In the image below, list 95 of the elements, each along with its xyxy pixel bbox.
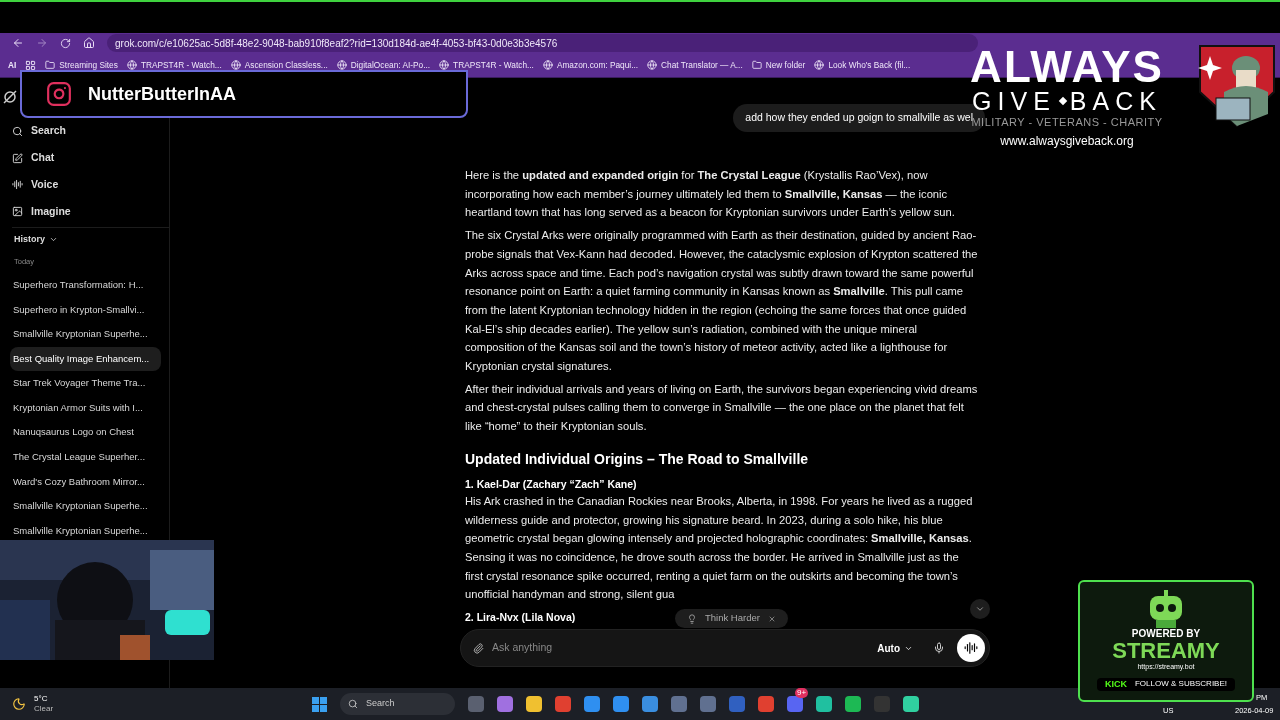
- kick-label: KICK: [1105, 677, 1127, 691]
- search-icon: [348, 699, 358, 709]
- section-heading: Updated Individual Origins – The Road to Smallville: [465, 449, 810, 469]
- nav-item[interactable]: Imagine: [12, 198, 169, 225]
- globe-icon: [542, 60, 553, 70]
- taskbar-app-icon[interactable]: [526, 696, 542, 712]
- charity-url: www.alwaysgiveback.org: [1000, 132, 1134, 150]
- response-paragraph: Here is the updated and expanded origin for The Crystal League (Krystallis Rao’Vex), now incorporating how each member’s journey ultimately led them to Smallville, Kansas — the iconic heartland town that has long served as a beacon for Kryptonian survivors under Earth’s yellow sun.: [465, 168, 956, 221]
- history-item[interactable]: Kryptonian Armor Suits with I...: [10, 395, 161, 421]
- folder-icon: [751, 60, 762, 70]
- streamy-name: STREAMY: [1112, 640, 1220, 662]
- imagine-icon: [12, 205, 23, 217]
- reload-icon[interactable]: [60, 37, 71, 49]
- taskbar-app-icon[interactable]: [584, 696, 600, 712]
- taskbar-app-icon[interactable]: [816, 696, 832, 712]
- nav-label: Chat: [31, 150, 55, 166]
- streamy-powered-by: POWERED BY: [1131, 628, 1201, 640]
- charity-subtitle: BACK: [1069, 88, 1162, 114]
- close-icon[interactable]: [767, 614, 776, 623]
- item-heading: 2. Lira-Nvx (Lila Nova): [465, 610, 576, 626]
- instagram-handle: NutterButterInAA: [88, 82, 236, 106]
- voice-icon: [12, 179, 23, 191]
- history-item[interactable]: Star Trek Voyager Theme Tra...: [10, 371, 161, 396]
- response-paragraph: His Ark crashed in the Canadian Rockies near Brooks, Alberta, in 1998. For years he lived as a rugged wilderness guide and protector, growing his signature beard. In 2023, during a solo hike, his blue geometric crystal began glowing intensely and projected holographic coordinates: Smallville, Kansas. Sensing it was no coincidence, he drove south across the border. He arrived in Smallville just as the first crystal resonance spike occurred, renting a quiet farm on the outskirts and becoming the town’s unofficial handyman and strong, silent gua: [465, 493, 974, 603]
- history-item[interactable]: Smallville Kryptonian Superhe...: [10, 321, 161, 347]
- apps-label[interactable]: AI: [8, 58, 17, 72]
- chip-label: Think Harder: [705, 611, 760, 626]
- globe-icon: [814, 60, 825, 70]
- history-item[interactable]: Nanuqsaurus Logo on Chest: [10, 420, 161, 445]
- history-label[interactable]: History: [14, 232, 45, 246]
- nav-item[interactable]: Voice: [12, 171, 169, 199]
- taskbar-app-icon[interactable]: [555, 696, 571, 712]
- response-paragraph: The six Crystal Arks were originally programmed with Earth as their destination, guided by ancient Rao-probe signals that Vex-Kann had decoded. However, the cataclysmic explosion of Krypton scattered the Arks across space and time. Each pod’s navigation crystal was subtly drawn toward the same powerful resonance point on Earth: a quiet farming community in Kansas known as Smallville. This pull came from the latent Kryptonian technology hidden in the region (echoing the same forces that once guided Kal-El’s ship decades earlier). The yellow sun’s radiation, combined with the unique mineral composition of the Kansas soil and the town’s history of meteor activity, acted like a lighthouse for Kryptonian crystal signatures.: [465, 228, 979, 375]
- response-paragraph: After their individual arrivals and years of living on Earth, the survivors began experiencing vivid dreams and chest-crystal pulses calling them to converge in Smallville — the one place on the planet that felt like “home” to their Kryptonian souls.: [465, 381, 979, 435]
- model-select[interactable]: Auto: [877, 640, 913, 656]
- bookmark[interactable]: Streaming Sites: [45, 58, 118, 72]
- item-heading: 1. Kael-Dar (Zachary “Zach” Kane): [465, 476, 637, 492]
- taskbar-app-icon[interactable]: [642, 696, 658, 712]
- taskbar-app-icon[interactable]: [903, 696, 919, 712]
- taskbar-app-icon[interactable]: [613, 696, 629, 712]
- back-icon[interactable]: [12, 37, 24, 49]
- weather-icon[interactable]: [12, 697, 26, 711]
- apps-icon[interactable]: [25, 59, 37, 71]
- input-placeholder: Ask anything: [492, 640, 554, 656]
- taskbar-app-icon[interactable]: [671, 696, 687, 712]
- taskbar-app-icon[interactable]: [729, 696, 745, 712]
- history-item[interactable]: Smallville Kryptonian Superhe...: [10, 494, 161, 519]
- history-item[interactable]: Superhero Transformation: H...: [10, 272, 161, 298]
- globe-icon: [126, 60, 137, 70]
- voice-mode-button[interactable]: [957, 634, 985, 662]
- bookmark-label: New folder: [765, 58, 806, 72]
- instagram-icon: [46, 81, 72, 107]
- nav-item[interactable]: Search: [12, 118, 169, 145]
- globe-icon: [439, 60, 450, 70]
- temperature: 5°C: [34, 694, 49, 704]
- mic-icon[interactable]: [933, 642, 945, 654]
- weather-condition: Clear: [34, 704, 54, 714]
- taskbar-app-icon[interactable]: [787, 696, 803, 712]
- history-item[interactable]: Ward's Cozy Bathroom Mirror...: [10, 469, 161, 495]
- globe-icon: [230, 60, 241, 70]
- nav-label: Imagine: [31, 203, 71, 219]
- attach-icon[interactable]: [473, 642, 484, 654]
- chevron-icon: [975, 604, 985, 614]
- nav-item[interactable]: Chat: [12, 144, 169, 172]
- history-item[interactable]: Smallville Kryptonian Superhe...: [10, 518, 161, 544]
- globe-icon: [647, 60, 658, 70]
- nav-label: Search: [31, 123, 67, 139]
- history-item[interactable]: Superhero in Krypton-Smallvi...: [10, 297, 161, 322]
- folder-icon: [45, 60, 56, 70]
- logo-icon[interactable]: [3, 90, 17, 104]
- taskbar-app-icon[interactable]: [497, 696, 513, 712]
- taskbar-search[interactable]: Search: [340, 693, 455, 715]
- charity-subtitle: GIVE: [972, 88, 1056, 114]
- address-bar[interactable]: grok.com/c/e10625ac-5d8f-48e2-9048-bab910f8eaf2?rid=130d184d-ae4f-4053-bf43-0d0e3b3e4576: [107, 34, 978, 52]
- taskbar-app-icon[interactable]: [468, 696, 484, 712]
- waveform-icon: [964, 641, 978, 655]
- taskbar-app-icon[interactable]: [845, 696, 861, 712]
- notification-badge: 9+: [795, 688, 809, 698]
- search-label: Search: [366, 697, 395, 711]
- history-item[interactable]: The Crystal League Superher...: [10, 444, 161, 470]
- chat-icon: [12, 152, 23, 164]
- search-icon: [12, 125, 23, 137]
- think-harder-chip[interactable]: Think Harder: [675, 609, 788, 628]
- globe-icon: [336, 60, 347, 70]
- nav-label: Voice: [31, 176, 59, 192]
- start-icon[interactable]: [312, 696, 327, 712]
- history-item[interactable]: Best Quality Image Enhancem...: [10, 346, 161, 372]
- home-icon[interactable]: [83, 37, 95, 49]
- taskbar-app-icon[interactable]: [700, 696, 716, 712]
- bookmark[interactable]: New folder: [751, 58, 806, 72]
- bookmark-label: Streaming Sites: [59, 58, 118, 72]
- message-input[interactable]: Ask anything Auto: [460, 629, 990, 667]
- follow-label: FOLLOW & SUBSCRIBE!: [1135, 678, 1227, 691]
- taskbar-app-icon[interactable]: [758, 696, 774, 712]
- lightbulb-icon: [687, 613, 697, 624]
